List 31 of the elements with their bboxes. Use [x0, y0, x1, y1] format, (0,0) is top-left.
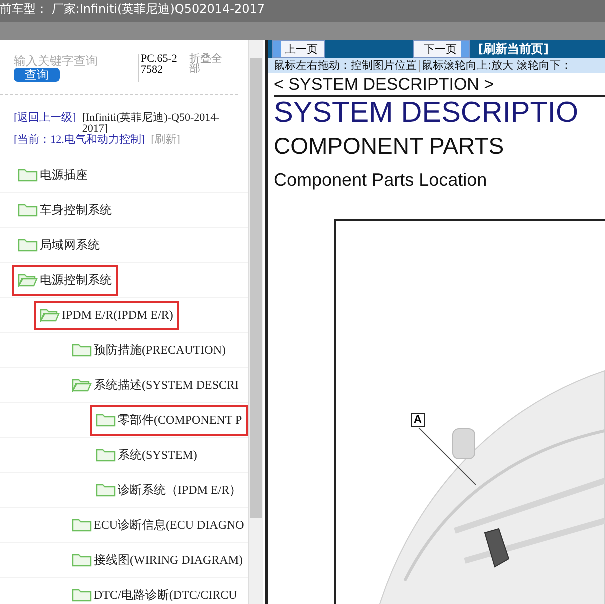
tree-item[interactable]: 零部件(COMPONENT P [90, 404, 248, 436]
current-section: [当前：12.电气和动力控制] [14, 135, 146, 146]
document-subtitle: COMPONENT PARTS [274, 133, 506, 160]
tree-item[interactable]: 接线图(WIRING DIAGRAM) [66, 544, 248, 576]
document-code: PC.65-27582 [138, 54, 182, 82]
tree-item[interactable]: 车身控制系统 [12, 194, 118, 226]
section-label: < SYSTEM DESCRIPTION > [274, 75, 496, 95]
scrollbar[interactable] [248, 40, 263, 604]
tree-item[interactable]: ECU诊断信息(ECU DIAGNO [66, 510, 248, 540]
tree-item[interactable]: DTC/电路诊断(DTC/CIRCU [66, 580, 244, 604]
tree-item[interactable]: 诊断系统（IPDM E/R） [90, 474, 248, 506]
drag-hint: 鼠标左右拖动：控制图片位置 [274, 58, 417, 73]
back-link[interactable]: [返回上一级] [14, 113, 76, 124]
previous-page-button[interactable]: 上一页 [272, 40, 325, 58]
vehicle-label: [Infiniti(英菲尼迪)-Q50-2014-2017] [82, 113, 221, 135]
tree-item[interactable]: IPDM E/R(IPDM E/R) [34, 300, 180, 330]
tree-item[interactable]: 局域网系统 [12, 230, 106, 260]
tree-item[interactable]: 预防措施(PRECAUTION) [66, 334, 232, 366]
document-heading: Component Parts Location [274, 170, 488, 191]
vehicle-title: 前车型： 厂家:Infiniti(英菲尼迪)Q502014-2017 [0, 1, 266, 18]
callout-label: A [411, 413, 425, 427]
next-page-button[interactable]: 下一页 [413, 40, 470, 58]
tree-item[interactable]: 系统描述(SYSTEM DESCRI [66, 370, 246, 400]
leader-line [418, 427, 478, 487]
tree-item[interactable]: 系统(SYSTEM) [90, 440, 204, 470]
tree-item[interactable]: 电源控制系统 [12, 264, 118, 296]
refresh-page-link[interactable]: [刷新当前页] [478, 40, 549, 58]
zoom-hint: 鼠标滚轮向上:放大 滚轮向下： [422, 58, 572, 73]
document-title: SYSTEM DESCRIPTIO [274, 97, 580, 129]
tree-item[interactable]: 电源插座 [12, 160, 94, 190]
search-button[interactable]: 查询 [14, 68, 60, 82]
